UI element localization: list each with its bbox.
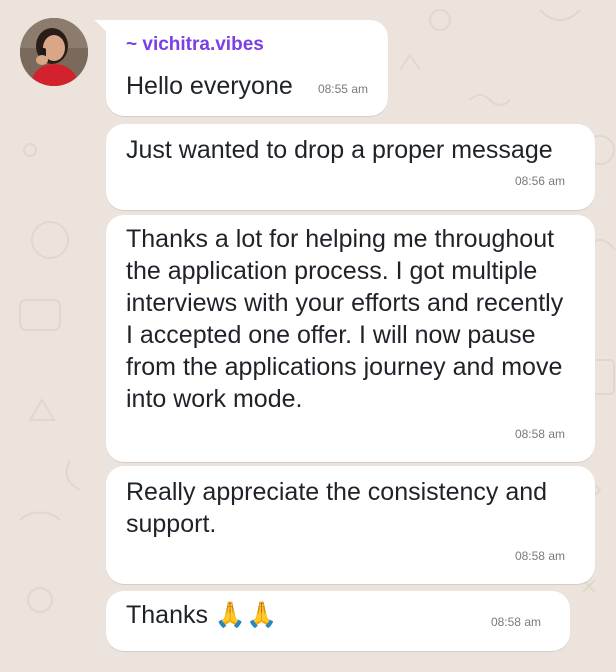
message-bubble[interactable]: Just wanted to drop a proper message 08:… [106, 124, 595, 210]
sender-name[interactable]: ~ vichitra.vibes [126, 34, 264, 56]
message-bubble[interactable]: ~ vichitra.vibes Hello everyone 08:55 am [94, 20, 388, 116]
message-timestamp: 08:56 am [514, 174, 565, 188]
message-bubble[interactable]: Really appreciate the consistency and su… [106, 466, 595, 584]
message-timestamp: 08:58 am [514, 549, 565, 563]
message-bubble[interactable]: Thanks 🙏🙏 08:58 am [106, 591, 570, 651]
message-timestamp: 08:55 am [317, 82, 368, 96]
avatar-image [20, 18, 88, 86]
message-timestamp: 08:58 am [490, 615, 541, 629]
message-timestamp: 08:58 am [514, 427, 565, 441]
sender-avatar[interactable] [20, 18, 88, 86]
message-text: Thanks a lot for helping me throughout t… [126, 225, 564, 413]
message-text: Really appreciate the consistency and su… [126, 478, 548, 538]
bubble-tail-icon [94, 20, 108, 34]
message-bubble[interactable]: Thanks a lot for helping me throughout t… [106, 215, 595, 462]
message-text: Just wanted to drop a proper message [126, 136, 553, 164]
message-text: Thanks 🙏🙏 [126, 601, 278, 629]
message-text: Hello everyone [126, 72, 293, 100]
